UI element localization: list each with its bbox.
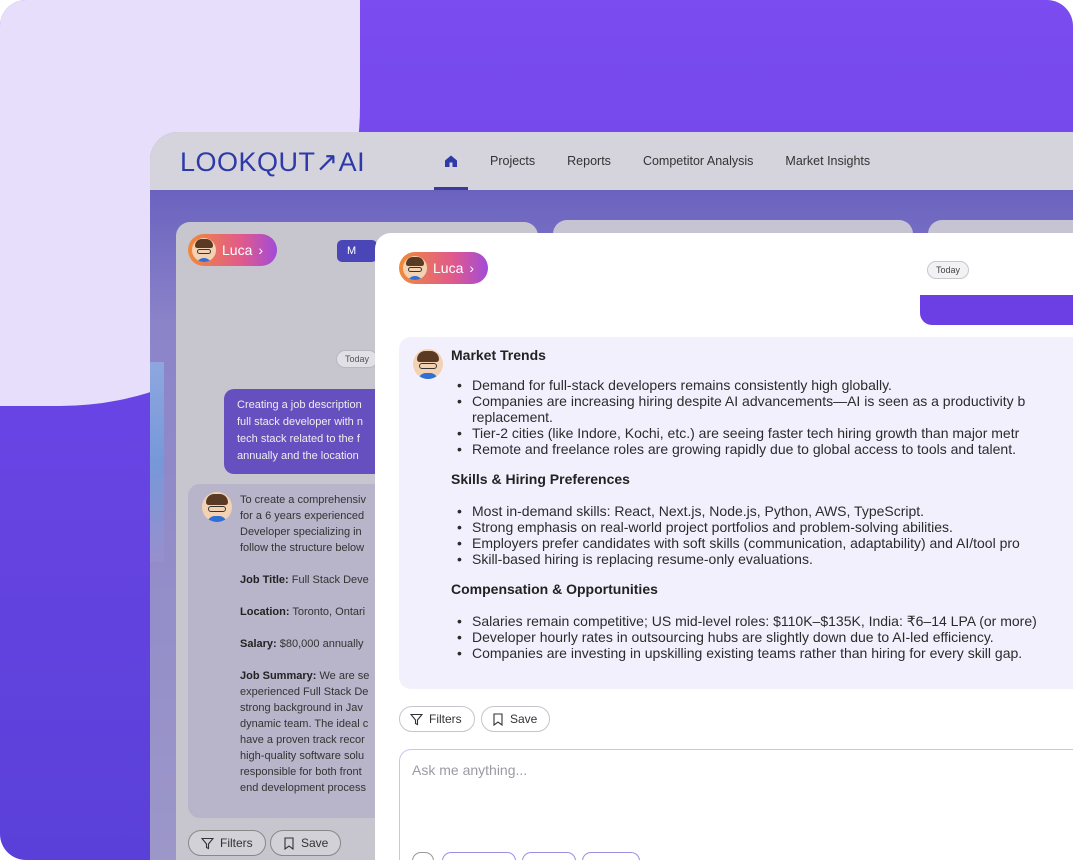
bullet-item: Tier-2 cities (like Indore, Kochi, etc.)… [457,425,1073,441]
save-label: Save [301,836,329,850]
bullet-item: Remote and freelance roles are growing r… [457,441,1073,457]
section-title: Skills & Hiring Preferences [451,471,630,487]
bullet-item: Salaries remain competitive; US mid-leve… [457,613,1073,629]
user-message [920,295,1073,325]
agent-avatar [192,238,216,262]
agent-name: Luca [433,260,464,276]
message-line: dynamic team. The ideal c [240,718,369,730]
field-label: Location: [240,606,290,618]
ai-intro: To create a comprehensiv for a 6 years e… [240,492,388,556]
bullet-item: Most in-demand skills: React, Next.js, N… [457,503,1073,519]
nav-home[interactable] [434,132,468,190]
message-line: high-quality software solu [240,750,365,762]
agent-pill[interactable]: Luca › [399,252,489,284]
agent-avatar [413,349,443,379]
bullet-item: Skill-based hiring is replacing resume-o… [457,551,1073,567]
nav-reports[interactable]: Reports [567,154,611,168]
agent-name: Luca [222,242,253,258]
message-line: strong background in Jav [240,702,363,714]
field-value: $80,000 annually [279,638,364,650]
save-label: Save [510,712,538,726]
option-chip[interactable] [522,852,576,860]
message-line: Creating a job description [237,399,362,411]
message-line: Developer specializing in [240,526,362,538]
filter-icon [410,713,423,725]
date-chip: Today [336,350,379,368]
mode-button[interactable]: M [337,240,377,262]
attach-icon[interactable] [412,852,434,860]
filters-button[interactable]: Filters [188,830,266,856]
mode-button-label: M [347,245,357,257]
field-label: Job Summary: [240,670,317,682]
field-value: We are se [319,670,370,682]
section-title: Market Trends [451,347,546,363]
agent-pill[interactable]: Luca › [188,234,278,266]
filters-button[interactable]: Filters [399,706,475,732]
message-line: To create a comprehensiv [240,494,366,506]
ai-message: To create a comprehensiv for a 6 years e… [188,484,388,818]
message-line: for a 6 years experienced [240,510,365,522]
chat-input-box [399,749,1073,860]
bookmark-icon [284,836,294,850]
chat-card: Luca › Today Market Trends Demand for fu… [375,233,1073,860]
logo-wordmark: LOOKQUT [180,147,316,177]
message-line: follow the structure below [240,542,365,554]
nav-market-insights[interactable]: Market Insights [785,154,870,168]
field-label: Job Title: [240,574,289,586]
chevron-right-icon: › [258,242,264,258]
location-line: Location: Toronto, Ontari [240,604,388,620]
field-value: Toronto, Ontari [292,606,366,618]
nav-projects[interactable]: Projects [490,154,535,168]
message-line: responsible for both front [240,766,362,778]
field-label: Salary: [240,638,277,650]
bullet-item: Companies are investing in upskilling ex… [457,645,1073,661]
save-button[interactable]: Save [481,706,551,732]
logo-ai: AI [338,147,366,177]
bullet-item: Demand for full-stack developers remains… [457,377,1073,393]
bullet-item: Employers prefer candidates with soft sk… [457,535,1073,551]
top-navbar: LOOKQUT↗AI Projects Reports Competitor A… [150,132,1073,190]
save-button[interactable]: Save [270,830,342,856]
message-line: tech stack related to the f [237,433,360,445]
section-title: Compensation & Opportunities [451,581,658,597]
user-message: Creating a job description full stack de… [224,389,384,474]
ai-message: Market Trends Demand for full-stack deve… [399,337,1073,689]
bullet-list: Demand for full-stack developers remains… [451,377,1073,457]
job-summary: Job Summary: We are se experienced Full … [240,668,388,796]
job-title-line: Job Title: Full Stack Deve [240,572,388,588]
bullet-list: Salaries remain competitive; US mid-leve… [451,613,1073,661]
bullet-item-continuation: replacement. [472,409,553,425]
filters-label: Filters [220,836,253,850]
bullet-item: Companies are increasing hiring despite … [457,393,1073,409]
message-line: annually and the location [237,450,359,462]
date-chip: Today [927,261,970,279]
agent-avatar [403,256,427,280]
chat-input[interactable] [412,762,1012,778]
logo: LOOKQUT↗AI [180,147,366,177]
filter-icon [201,837,214,849]
bookmark-icon [493,712,503,726]
bullet-list: Most in-demand skills: React, Next.js, N… [451,503,1073,567]
salary-line: Salary: $80,000 annually [240,636,388,652]
chevron-right-icon: › [469,260,475,276]
message-line: full stack developer with n [237,416,363,428]
main-nav: Projects Reports Competitor Analysis Mar… [434,132,902,190]
option-chip[interactable] [442,852,516,860]
home-icon [445,155,457,167]
nav-competitor-analysis[interactable]: Competitor Analysis [643,154,753,168]
message-line: end development process [240,782,366,794]
bullet-item: Strong emphasis on real-world project po… [457,519,1073,535]
bullet-item: Developer hourly rates in outsourcing hu… [457,629,1073,645]
agent-avatar [202,492,232,522]
field-value: Full Stack Deve [291,574,369,586]
message-line: have a proven track recor [240,734,365,746]
accent-strip [150,362,164,562]
filters-label: Filters [429,712,462,726]
option-chip[interactable] [582,852,640,860]
message-line: experienced Full Stack De [240,686,369,698]
